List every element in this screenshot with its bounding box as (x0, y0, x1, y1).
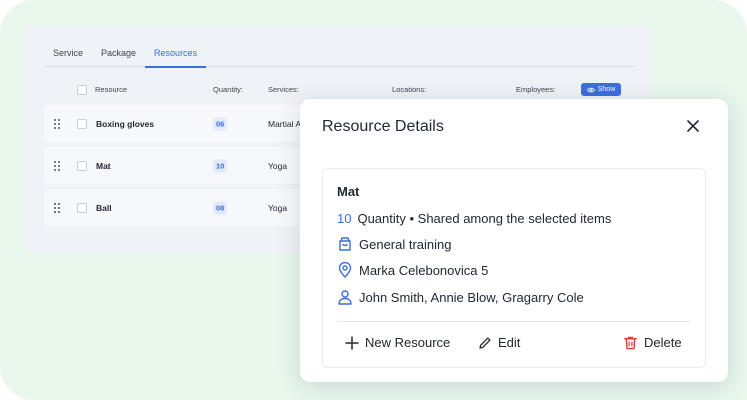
header-locations: Locations: (392, 85, 427, 94)
quantity-badge: 06 (213, 117, 228, 130)
modal-title: Resource Details (322, 118, 444, 135)
drag-handle-icon[interactable] (54, 118, 62, 129)
location-line: Marka Celebonovica 5 (337, 262, 488, 278)
quantity-badge: 08 (213, 201, 228, 214)
quantity-line: 10 Quantity • Shared among the selected … (337, 211, 611, 226)
employees-text: John Smith, Annie Blow, Gragarry Cole (359, 289, 584, 305)
divider (337, 321, 691, 322)
service-name: Martial A (268, 118, 302, 129)
header-employees: Employees: (516, 85, 556, 94)
edit-label: Edit (498, 335, 521, 350)
show-button-label: Show (597, 86, 616, 93)
pencil-icon (479, 336, 491, 349)
service-line: General training (337, 236, 452, 252)
new-resource-label: New Resource (365, 335, 451, 350)
table-header: Resource Quantity: Services: Locations: … (44, 81, 634, 99)
quantity-badge: 10 (213, 159, 228, 172)
header-quantity: Quantity: (213, 85, 244, 94)
service-text: General training (359, 236, 452, 252)
quantity-value: 10 (337, 211, 352, 226)
new-resource-button[interactable]: New Resource (345, 335, 450, 350)
drag-handle-icon[interactable] (54, 202, 62, 213)
shopping-bag-icon (339, 237, 351, 251)
edit-button[interactable]: Edit (478, 335, 520, 350)
service-name: Yoga (268, 202, 288, 213)
resource-name: Ball (96, 202, 112, 213)
plus-icon (345, 335, 359, 350)
drag-handle-icon[interactable] (54, 160, 62, 171)
user-icon (338, 290, 352, 305)
tab-resources[interactable]: Resources (145, 25, 207, 68)
row-checkbox[interactable] (77, 118, 87, 129)
header-resource: Resource (95, 85, 128, 94)
resource-name: Boxing gloves (96, 118, 155, 129)
row-checkbox[interactable] (77, 202, 87, 213)
trash-icon (624, 336, 637, 350)
header-services: Services: (268, 85, 299, 94)
select-all-checkbox[interactable] (77, 85, 87, 95)
delete-label: Delete (644, 335, 682, 350)
location-pin-icon (338, 262, 352, 278)
show-button[interactable]: Show (581, 83, 621, 96)
close-icon[interactable] (684, 117, 702, 135)
tab-bar: Service Package Resources (44, 25, 634, 68)
employees-line: John Smith, Annie Blow, Gragarry Cole (337, 289, 584, 305)
card-title: Mat (337, 184, 360, 199)
delete-button[interactable]: Delete (623, 335, 682, 350)
location-text: Marka Celebonovica 5 (359, 262, 489, 278)
eye-icon (586, 87, 595, 92)
tab-service[interactable]: Service (44, 25, 92, 67)
row-checkbox[interactable] (77, 160, 87, 171)
resource-name: Mat (96, 160, 111, 171)
resource-details-modal: Resource Details Mat 10 Quantity • Share… (300, 99, 728, 382)
resource-card: Mat 10 Quantity • Shared among the selec… (322, 168, 706, 368)
service-name: Yoga (268, 160, 288, 171)
quantity-text: Quantity • Shared among the selected ite… (357, 211, 612, 226)
tab-package[interactable]: Package (92, 25, 145, 67)
